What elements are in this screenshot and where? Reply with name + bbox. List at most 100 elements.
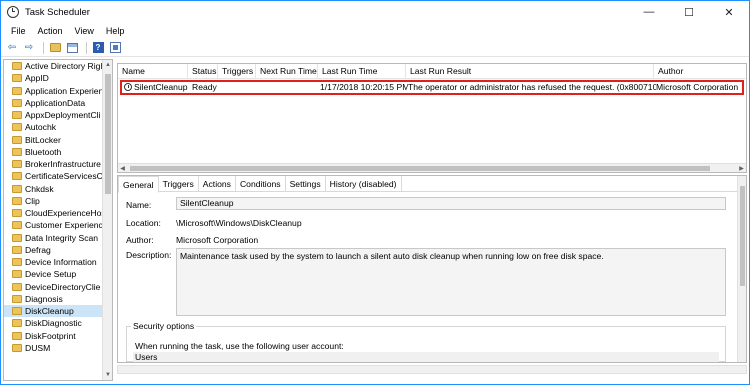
scroll-down-arrow-icon[interactable]: ▼ (103, 370, 112, 380)
tree-item[interactable]: CertificateServicesCl (4, 170, 102, 182)
column-header-last-run-result[interactable]: Last Run Result (406, 64, 654, 79)
tree-item-label: Clip (25, 195, 40, 206)
tree-item-label: Bluetooth (25, 146, 62, 157)
back-arrow-icon[interactable]: ⇦ (5, 41, 19, 55)
task-status-cell: Ready (192, 82, 217, 92)
folder-icon (12, 319, 22, 328)
column-header-next-run-time[interactable]: Next Run Time (256, 64, 318, 79)
tree-item[interactable]: Active Directory Righ (4, 60, 102, 72)
tree-item-label: Active Directory Righ (25, 61, 102, 72)
tab-general[interactable]: General (118, 176, 159, 193)
show-hide-tree-icon[interactable] (65, 41, 79, 55)
name-field[interactable]: SilentCleanup (176, 197, 726, 210)
tree-item[interactable]: Bluetooth (4, 146, 102, 158)
tree-item[interactable]: DeviceDirectoryClie (4, 281, 102, 293)
folder-up-icon[interactable] (48, 41, 62, 55)
details-scroll-thumb[interactable] (740, 186, 745, 286)
tree-item[interactable]: DiskFootprint (4, 330, 102, 342)
column-header-last-run-time[interactable]: Last Run Time (318, 64, 406, 79)
author-value: Microsoft Corporation (176, 235, 259, 245)
properties-icon[interactable] (108, 41, 122, 55)
tree-item[interactable]: Data Integrity Scan (4, 232, 102, 244)
tree-item[interactable]: CloudExperienceHos (4, 207, 102, 219)
tree-item-label: Device Setup (25, 269, 77, 280)
security-options-title: Security options (131, 321, 197, 331)
scroll-left-arrow-icon[interactable]: ◀ (118, 164, 127, 173)
tree-scrollbar[interactable]: ▲ ▼ (102, 60, 112, 380)
folder-icon (12, 74, 22, 83)
column-header-status[interactable]: Status (188, 64, 218, 79)
tree-item[interactable]: BrokerInfrastructure (4, 158, 102, 170)
tree-item[interactable]: AppID (4, 72, 102, 84)
user-account-field[interactable]: Users (133, 352, 719, 362)
task-author-cell: Microsoft Corporation (656, 82, 739, 92)
tree-item-label: Device Information (25, 257, 97, 268)
tree-item[interactable]: Diagnosis (4, 293, 102, 305)
tree-item[interactable]: Clip (4, 195, 102, 207)
tree-scroll-thumb[interactable] (105, 74, 111, 194)
folder-icon (12, 307, 22, 316)
tree-item[interactable]: DiskCleanup (4, 305, 102, 318)
task-clock-icon (124, 83, 132, 91)
tab-actions[interactable]: Actions (199, 176, 236, 192)
task-library-tree: Active Directory Righ AppID Application Ex… (3, 59, 113, 381)
menu-view[interactable]: View (69, 26, 100, 36)
tree-item[interactable]: ApplicationData (4, 97, 102, 109)
menu-bar: File Action View Help (1, 23, 749, 39)
folder-icon (12, 258, 22, 267)
details-scrollbar[interactable] (737, 176, 746, 362)
tree-item-label: BrokerInfrastructure (25, 159, 101, 170)
tree-item[interactable]: BitLocker (4, 134, 102, 146)
author-label: Author: (126, 235, 154, 245)
column-header-triggers[interactable]: Triggers (218, 64, 256, 79)
scroll-right-arrow-icon[interactable]: ▶ (737, 164, 746, 173)
tab-settings[interactable]: Settings (286, 176, 326, 192)
tree-item-label: Diagnosis (25, 293, 63, 304)
tree-item[interactable]: AppxDeploymentCli (4, 109, 102, 121)
tree-item-label: Chkdsk (25, 183, 54, 194)
task-list-scroll-thumb[interactable] (130, 166, 710, 171)
security-options-group: Security options When running the task, … (126, 321, 726, 362)
task-list-horizontal-scrollbar[interactable]: ◀ ▶ (118, 163, 746, 172)
menu-action[interactable]: Action (32, 26, 69, 36)
help-icon[interactable]: ? (91, 41, 105, 55)
toolbar-separator (43, 41, 44, 54)
task-name: SilentCleanup (134, 82, 188, 92)
minimize-button[interactable]: — (629, 1, 669, 23)
column-header-author[interactable]: Author (654, 64, 746, 79)
tree-item[interactable]: DiskDiagnostic (4, 317, 102, 329)
tree-item-label: BitLocker (25, 134, 61, 145)
scroll-up-arrow-icon[interactable]: ▲ (103, 60, 112, 70)
tree-item[interactable]: Defrag (4, 244, 102, 256)
tree-item[interactable]: Device Setup (4, 268, 102, 280)
tree-item-label: Customer Experienc (25, 220, 102, 231)
task-next-run-cell (258, 82, 320, 93)
security-options-text: When running the task, use the following… (135, 341, 344, 351)
folder-icon (12, 343, 22, 352)
menu-help[interactable]: Help (100, 26, 131, 36)
tree-item[interactable]: Application Experien (4, 85, 102, 97)
tree-item[interactable]: Autochk (4, 121, 102, 133)
tree-item[interactable]: Device Information (4, 256, 102, 268)
tree-item-label: Autochk (25, 122, 57, 133)
tree-item[interactable]: DUSM (4, 342, 102, 354)
description-field[interactable]: Maintenance task used by the system to l… (176, 248, 726, 316)
close-button[interactable]: ✕ (709, 1, 749, 23)
tree-item[interactable]: Customer Experienc (4, 219, 102, 231)
folder-icon (12, 209, 22, 218)
column-header-name[interactable]: Name (118, 64, 188, 79)
folder-icon (12, 221, 22, 230)
task-triggers-cell (220, 82, 258, 93)
tree-list: Active Directory Righ AppID Application Ex… (4, 60, 102, 354)
tree-item[interactable]: Chkdsk (4, 183, 102, 195)
tab-conditions[interactable]: Conditions (236, 176, 286, 192)
menu-file[interactable]: File (5, 26, 32, 36)
details-horizontal-scrollbar[interactable] (117, 365, 747, 374)
table-row[interactable]: SilentCleanup Ready 1/17/2018 10:20:15 P… (120, 80, 744, 95)
tab-triggers[interactable]: Triggers (159, 176, 199, 192)
tab-history[interactable]: History (disabled) (326, 176, 402, 192)
task-last-run-cell: 1/17/2018 10:20:15 PM (320, 82, 408, 92)
forward-arrow-icon[interactable]: ⇨ (22, 41, 36, 55)
task-details-pane: General Triggers Actions Conditions Sett… (117, 175, 747, 363)
maximize-button[interactable]: ☐ (669, 1, 709, 23)
